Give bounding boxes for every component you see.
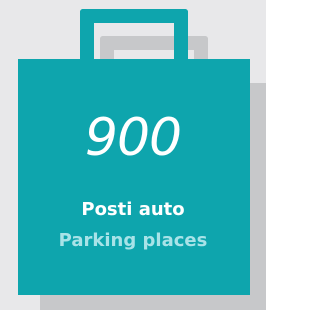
stat-value: 900 bbox=[84, 108, 182, 168]
shopping-bag-icon bbox=[18, 59, 250, 295]
stat-label-italian: Posti auto bbox=[81, 199, 185, 220]
stat-label-english: Parking places bbox=[58, 230, 208, 251]
parking-stat-card: 900 Posti auto Parking places bbox=[0, 0, 266, 310]
